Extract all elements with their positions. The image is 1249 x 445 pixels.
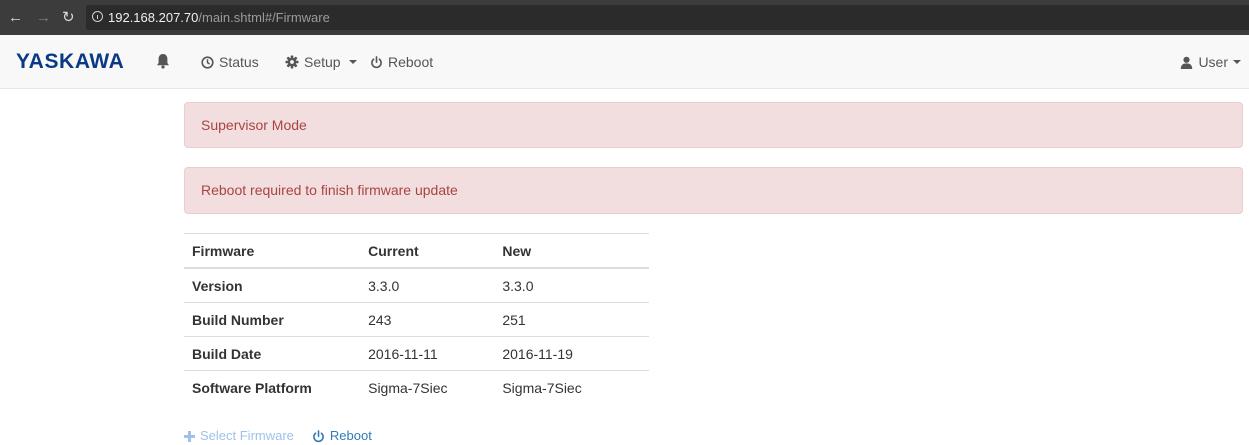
nav-reboot[interactable]: Reboot <box>370 53 433 71</box>
row-label: Software Platform <box>184 370 361 404</box>
user-menu[interactable]: User <box>1180 53 1241 71</box>
reboot-button[interactable]: Reboot <box>312 428 372 444</box>
power-icon <box>371 55 382 68</box>
new-value: 2016-11-19 <box>494 336 649 371</box>
brand-logo[interactable]: YASKAWA <box>16 50 124 74</box>
reload-icon[interactable]: ↻ <box>62 0 75 35</box>
power-icon <box>313 429 324 442</box>
new-value: 251 <box>494 302 649 337</box>
nav-reboot-label: Reboot <box>388 54 434 70</box>
reboot-button-label: Reboot <box>329 428 372 443</box>
url-text: 192.168.207.70/main.shtml#/Firmware <box>108 10 330 25</box>
current-value: 2016-11-11 <box>360 336 495 371</box>
supervisor-mode-alert: Supervisor Mode <box>184 102 1243 148</box>
site-info-icon[interactable] <box>92 11 103 22</box>
row-label: Build Number <box>184 302 361 337</box>
column-header-firmware: Firmware <box>184 233 361 269</box>
address-bar[interactable]: 192.168.207.70/main.shtml#/Firmware <box>86 5 1249 30</box>
nav-status[interactable]: Status <box>201 53 259 71</box>
current-value: Sigma-7Siec <box>360 370 495 404</box>
app-navbar: YASKAWA Status Setup Reboot User <box>0 35 1249 89</box>
select-firmware-label: Select Firmware <box>200 428 294 443</box>
nav-setup-label: Setup <box>304 54 341 70</box>
reboot-required-alert: Reboot required to finish firmware updat… <box>184 167 1243 214</box>
clock-icon <box>201 55 214 69</box>
table-header-row: Firmware Current New <box>184 233 649 269</box>
table-row: Build Date 2016-11-11 2016-11-19 <box>184 336 649 371</box>
chevron-down-icon <box>348 60 357 64</box>
user-menu-label: User <box>1198 54 1228 70</box>
user-icon <box>1181 56 1193 69</box>
gear-icon <box>285 55 299 69</box>
column-header-current: Current <box>360 233 495 269</box>
plus-icon <box>184 430 195 442</box>
row-label: Build Date <box>184 336 361 371</box>
table-row: Build Number 243 251 <box>184 302 649 337</box>
current-value: 3.3.0 <box>360 267 495 303</box>
table-row: Software Platform Sigma-7Siec Sigma-7Sie… <box>184 370 649 404</box>
firmware-actions: Select Firmware Reboot <box>184 428 372 444</box>
chevron-down-icon <box>1233 60 1241 64</box>
new-value: Sigma-7Siec <box>494 370 649 404</box>
browser-toolbar: ← → ↻ 192.168.207.70/main.shtml#/Firmwar… <box>0 0 1249 35</box>
column-header-new: New <box>494 233 649 269</box>
forward-icon[interactable]: → <box>36 0 51 35</box>
nav-setup[interactable]: Setup <box>285 53 357 71</box>
select-firmware-button[interactable]: Select Firmware <box>184 428 294 444</box>
table-row: Version 3.3.0 3.3.0 <box>184 267 649 303</box>
new-value: 3.3.0 <box>494 267 649 303</box>
bell-icon[interactable] <box>156 53 170 69</box>
nav-status-label: Status <box>219 54 259 70</box>
firmware-table: Firmware Current New Version 3.3.0 3.3.0… <box>184 233 649 404</box>
current-value: 243 <box>360 302 495 337</box>
back-icon[interactable]: ← <box>8 0 23 35</box>
row-label: Version <box>184 267 361 303</box>
